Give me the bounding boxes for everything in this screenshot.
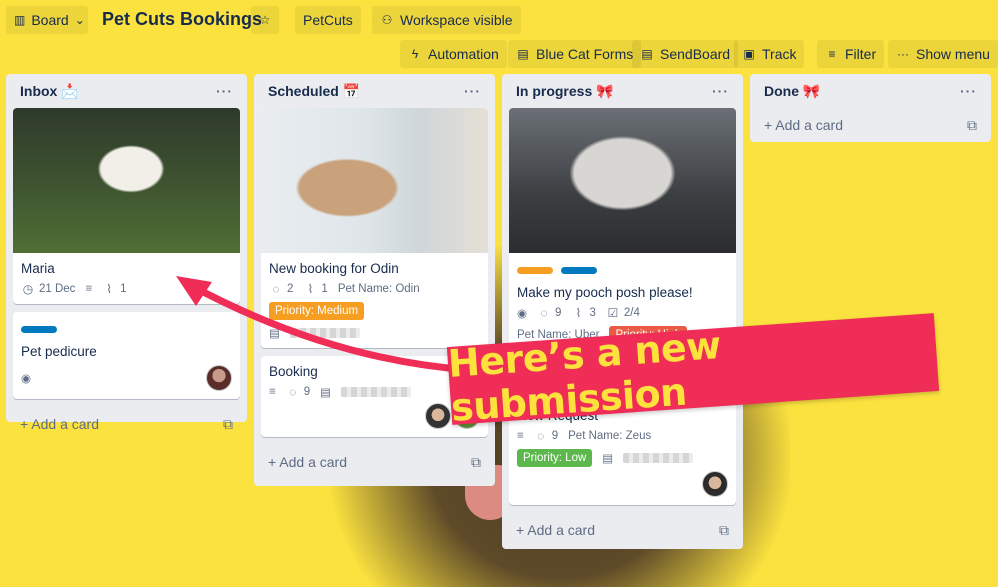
list-in-progress: In progress 🎀 ··· Make my pooch posh ple… [502, 74, 743, 549]
more-icon: ··· [897, 47, 909, 61]
attachment-badge: ⌇ 1 [303, 282, 327, 296]
plus-icon: + [268, 454, 280, 470]
card-cover-image [509, 108, 736, 253]
board-header: ▥ Board ⌄ Pet Cuts Bookings ☆ PetCuts ⚇ … [0, 0, 998, 68]
paperclip-icon: ⌇ [106, 282, 113, 296]
template-icon[interactable]: ⧉ [719, 522, 729, 539]
list-header: In progress 🎀 ··· [502, 74, 743, 108]
comment-icon: ◌ [272, 282, 280, 296]
card-make-my-pooch-posh[interactable]: Make my pooch posh please! ◉ ◌ 9 ⌇ 3 ☑ 2/4 … [509, 108, 736, 352]
list-menu-icon[interactable]: ··· [712, 83, 729, 99]
powerup-icon: ▤ [641, 47, 653, 61]
comment-icon: ◌ [289, 385, 297, 399]
paperclip-icon: ⌇ [575, 306, 582, 320]
card-cover-image [261, 108, 488, 253]
redacted-text [623, 453, 694, 463]
avatar[interactable] [702, 471, 728, 497]
workspace-button[interactable]: PetCuts [295, 6, 361, 34]
people-icon: ⚇ [381, 13, 393, 27]
template-icon[interactable]: ⧉ [967, 117, 977, 134]
show-menu-button[interactable]: ··· Show menu [888, 40, 998, 68]
comments-badge: ◌ 9 [537, 306, 561, 320]
attachment-badge: ⌇ 3 [571, 306, 596, 320]
custom-field-pet-name: Pet Name: Odin [337, 283, 420, 295]
plus-icon: + [20, 416, 32, 432]
star-button[interactable]: ☆ [251, 6, 279, 34]
clock-icon: ◷ [22, 282, 34, 296]
card-cover-image [13, 108, 240, 253]
avatar[interactable] [206, 365, 232, 391]
add-card-button[interactable]: + Add a card ⧉ [254, 445, 495, 479]
card-label-blue [21, 326, 57, 333]
list-inbox: Inbox 📩 ··· Maria ◷ 21 Dec ≡ ⌇ 1 Pet pedic… [6, 74, 247, 432]
list-done: Done 🎀 ··· + Add a card ⧉ [750, 74, 991, 142]
automation-button[interactable]: ϟ Automation [400, 40, 507, 68]
redacted-text [289, 328, 360, 338]
card-title: Pet pedicure [21, 344, 97, 359]
add-card-button[interactable]: + Add a card ⧉ [750, 108, 991, 142]
card-pet-pedicure[interactable]: Pet pedicure ◉ [13, 312, 240, 399]
list-header: Inbox 📩 ··· [6, 74, 247, 108]
powerup-icon: ▤ [517, 47, 529, 61]
card-label-blue [561, 267, 598, 274]
list-header: Done 🎀 ··· [750, 74, 991, 108]
card-label-orange [517, 267, 553, 274]
sendboard-icon: ▤ [269, 328, 280, 340]
card-title: Maria [21, 261, 55, 276]
sendboard-button[interactable]: ▤ SendBoard [632, 40, 739, 68]
avatar[interactable] [425, 403, 451, 429]
sendboard-icon: ▤ [320, 387, 331, 399]
list-title[interactable]: Inbox 📩 [20, 83, 79, 100]
card-maria[interactable]: Maria ◷ 21 Dec ≡ ⌇ 1 [13, 108, 240, 304]
custom-field-pet-name: Pet Name: Zeus [568, 430, 652, 442]
comments-badge: ◌ 9 [286, 385, 310, 399]
attachment-badge: ⌇ 1 [102, 282, 126, 296]
star-icon: ☆ [259, 13, 271, 27]
card-title: Make my pooch posh please! [517, 285, 693, 300]
comments-badge: ◌ 2 [269, 282, 293, 296]
sendboard-icon: ▤ [602, 453, 614, 465]
description-icon: ≡ [269, 386, 276, 398]
list-menu-icon[interactable]: ··· [960, 83, 977, 99]
comment-icon: ◌ [540, 306, 548, 320]
due-date-badge: ◷ 21 Dec [22, 282, 76, 296]
template-icon[interactable]: ⧉ [471, 454, 481, 471]
template-icon[interactable]: ⧉ [223, 416, 233, 433]
list-menu-icon[interactable]: ··· [216, 83, 233, 99]
plus-icon: + [516, 522, 528, 538]
card-new-booking-odin[interactable]: New booking for Odin ◌ 2 ⌇ 1 Pet Name: Odi… [261, 108, 488, 348]
description-icon: ≡ [85, 283, 93, 295]
description-icon: ≡ [517, 430, 524, 442]
list-title[interactable]: Scheduled 📅 [268, 83, 360, 100]
list-title[interactable]: Done 🎀 [764, 83, 820, 100]
board-icon: ▥ [14, 13, 26, 27]
track-button[interactable]: ▣ Track [734, 40, 805, 68]
filter-button[interactable]: ≡ Filter [817, 40, 885, 68]
checkbox-icon: ☑ [607, 306, 619, 320]
priority-badge: Priority: Low [517, 449, 593, 467]
plus-icon: + [764, 117, 776, 133]
watch-icon: ◉ [21, 373, 32, 385]
add-card-button[interactable]: + Add a card ⧉ [502, 513, 743, 547]
view-switcher-button[interactable]: ▥ Board ⌄ [6, 6, 88, 34]
priority-badge: Priority: Medium [269, 302, 365, 320]
card-title: New booking for Odin [269, 261, 399, 276]
watch-icon: ◉ [517, 308, 528, 320]
paperclip-icon: ⌇ [307, 282, 314, 296]
blue-cat-forms-button[interactable]: ▤ Blue Cat Forms [508, 40, 642, 68]
list-header: Scheduled 📅 ··· [254, 74, 495, 108]
chevron-down-icon: ⌄ [74, 13, 85, 27]
visibility-button[interactable]: ⚇ Workspace visible [372, 6, 521, 34]
redacted-text [341, 387, 411, 397]
comment-icon: ◌ [537, 429, 545, 443]
add-card-button[interactable]: + Add a card ⧉ [6, 407, 247, 441]
board-title[interactable]: Pet Cuts Bookings [102, 9, 262, 30]
track-icon: ▣ [743, 47, 755, 61]
lightning-icon: ϟ [411, 47, 419, 61]
list-title[interactable]: In progress 🎀 [516, 83, 614, 100]
list-menu-icon[interactable]: ··· [464, 83, 481, 99]
checklist-badge: ☑ 2/4 [607, 306, 640, 320]
filter-icon: ≡ [828, 47, 836, 61]
comments-badge: ◌ 9 [534, 429, 558, 443]
